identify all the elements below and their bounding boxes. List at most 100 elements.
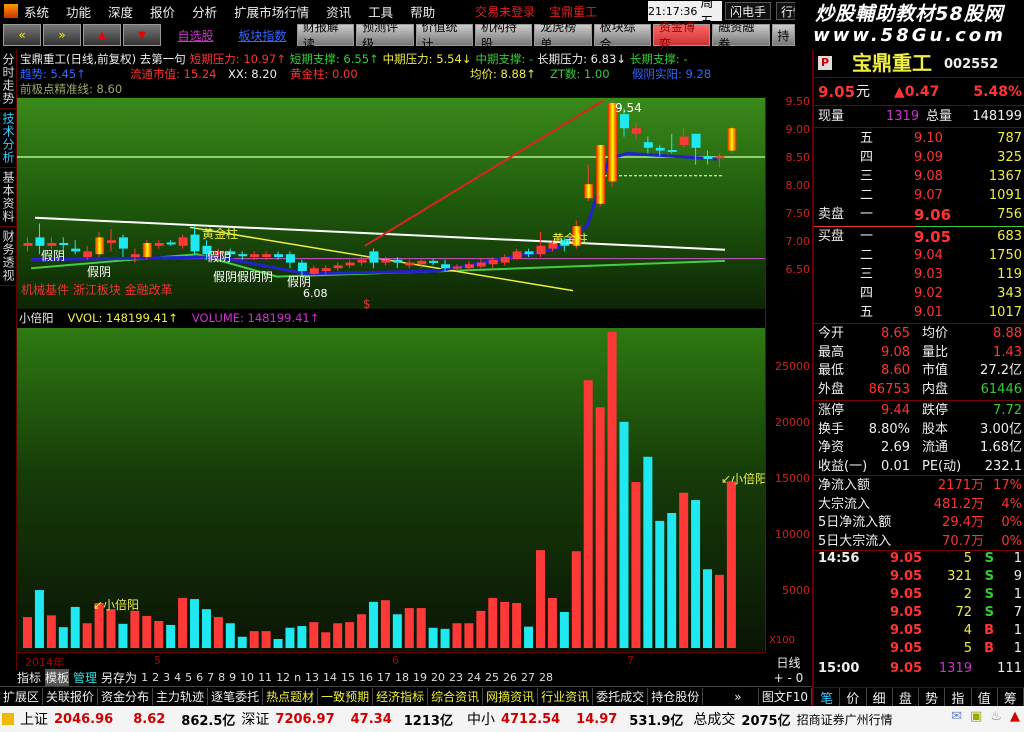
menu-depth[interactable]: 深度 xyxy=(108,2,133,21)
sz-label[interactable]: 深证 xyxy=(241,709,269,729)
ext-tab[interactable]: 综合资讯 xyxy=(428,688,484,705)
ext-tab[interactable]: 逐笔委托 xyxy=(208,688,264,705)
indicator-slot[interactable]: 16 xyxy=(359,671,373,684)
indicator-slot[interactable]: 4 xyxy=(174,671,181,684)
quote-tab[interactable]: 价 xyxy=(840,688,867,707)
ext-tab[interactable]: 资金分布 xyxy=(98,688,154,705)
indicator-slot[interactable]: 19 xyxy=(413,671,427,684)
financial-report-button[interactable]: 财报解读 xyxy=(296,20,355,51)
sector-index-link[interactable]: 板块指数 xyxy=(229,24,295,46)
tab-technical[interactable]: 技术分析 xyxy=(0,109,17,168)
sell-level: 二 xyxy=(860,188,874,203)
dragon-tiger-button[interactable]: 龙虎榜单 xyxy=(534,20,592,51)
indicator-slot[interactable]: 14 xyxy=(323,671,337,684)
indicator-slot[interactable]: 6 xyxy=(196,671,203,684)
zoom-controls[interactable]: + - 0 xyxy=(765,671,812,685)
quote-tab[interactable]: 势 xyxy=(919,688,946,707)
ext-tab[interactable]: 网摘资讯 xyxy=(483,688,539,705)
quote-tab[interactable]: 笔 xyxy=(814,688,841,707)
indicator-slot[interactable]: n xyxy=(294,671,301,684)
ext-tab[interactable]: 经济指标 xyxy=(373,688,429,705)
forecast-rating-button[interactable]: 预测评级 xyxy=(356,20,414,51)
ext-tab[interactable]: 主力轨迹 xyxy=(153,688,209,705)
indicator-slot[interactable]: 1 xyxy=(141,671,148,684)
trade-login-status[interactable]: 交易未登录 xyxy=(475,3,535,20)
menu-function[interactable]: 功能 xyxy=(66,2,91,21)
sh-label[interactable]: 上证 xyxy=(20,709,48,729)
ext-tab[interactable]: 关联报价 xyxy=(43,688,99,705)
ext-tab[interactable]: 一致预期 xyxy=(318,688,374,705)
menu-system[interactable]: 系统 xyxy=(24,2,49,21)
tab-manage[interactable]: 管理 xyxy=(73,669,97,686)
tab-indicator[interactable]: 指标 xyxy=(17,669,41,686)
ext-tab[interactable]: 行业资讯 xyxy=(538,688,594,705)
indicator-slot[interactable]: 24 xyxy=(467,671,481,684)
indicator-slot[interactable]: 13 xyxy=(305,671,319,684)
quote-tab[interactable]: 细 xyxy=(867,688,893,707)
quote-tab[interactable]: 盘 xyxy=(893,688,919,707)
indicator-slot[interactable]: 23 xyxy=(449,671,463,684)
capital-game-button[interactable]: 资金博弈 xyxy=(652,20,711,51)
sector-overview-button[interactable]: 板块综合 xyxy=(593,20,651,51)
indicator-slot[interactable]: 28 xyxy=(539,671,553,684)
menu-analysis[interactable]: 分析 xyxy=(192,2,217,21)
menu-ext-market[interactable]: 扩展市场行情 xyxy=(234,2,309,21)
indicator-slot[interactable]: 20 xyxy=(431,671,445,684)
tab-template[interactable]: 模板 xyxy=(45,668,70,686)
quote-tab[interactable]: 值 xyxy=(972,688,998,707)
quote-tab[interactable]: 指 xyxy=(945,688,972,707)
candlestick-chart[interactable]: 9.546.08$黄金柱黄金柱假阴假阴假阴假阴假阴阴 假阴机械基件 浙江板块 金融… xyxy=(17,97,765,309)
updown-icon[interactable]: ▲ xyxy=(1010,709,1020,724)
tick-side: S xyxy=(984,587,994,602)
forward-button[interactable]: » xyxy=(43,24,81,46)
institution-holding-button[interactable]: 机构持股 xyxy=(474,20,533,51)
more-tabs-button[interactable]: » xyxy=(731,690,744,704)
ext-tab[interactable]: 持仓股份 xyxy=(648,688,704,705)
quote-row: 三 9.08 1367 xyxy=(818,168,1022,186)
indicator-slot[interactable]: 7 xyxy=(207,671,214,684)
indicator-slot[interactable]: 25 xyxy=(485,671,499,684)
up-button[interactable]: ▲ xyxy=(83,24,121,46)
tab-intraday[interactable]: 分时走势 xyxy=(0,50,17,109)
holdings-button[interactable]: 持 xyxy=(771,24,796,46)
value-stats-button[interactable]: 价值统计 xyxy=(415,20,473,51)
indicator-slot[interactable]: 5 xyxy=(185,671,192,684)
signal-icon[interactable]: ♨ xyxy=(990,709,1002,724)
update-icon[interactable]: ▣ xyxy=(970,709,982,724)
tab-fundamentals[interactable]: 基本资料 xyxy=(0,168,17,227)
tab-financials[interactable]: 财务透视 xyxy=(0,227,17,286)
indicator-slot[interactable]: 9 xyxy=(229,671,236,684)
indicator-slot[interactable]: 15 xyxy=(341,671,355,684)
back-button[interactable]: « xyxy=(3,24,41,46)
period-label[interactable]: 日线 xyxy=(765,654,812,671)
buy-volume: 343 xyxy=(997,286,1022,301)
indicator-slot[interactable]: 26 xyxy=(503,671,517,684)
ext-tab[interactable]: 热点题材 xyxy=(263,688,319,705)
indicator-slot[interactable]: 18 xyxy=(395,671,409,684)
indicator-slot[interactable]: 12 xyxy=(276,671,290,684)
mail-icon[interactable]: ✉ xyxy=(951,709,962,724)
indicator-slot[interactable]: 10 xyxy=(240,671,254,684)
sell-level: 五 xyxy=(860,131,874,146)
quote-tab[interactable]: 筹 xyxy=(998,688,1024,707)
flow-amount: 70.7万 xyxy=(942,533,984,549)
f10-button[interactable]: 图文F10 xyxy=(757,688,812,705)
candle-body xyxy=(452,266,462,269)
tab-save-as[interactable]: 另存为 xyxy=(101,669,137,686)
margin-trading-button[interactable]: 融资融券 xyxy=(712,20,770,51)
watchlist-link[interactable]: 自选股 xyxy=(163,24,228,46)
down-button[interactable]: ▼ xyxy=(123,24,161,46)
ext-tab[interactable]: 扩展区 xyxy=(0,688,44,705)
indicator-slot[interactable]: 2 xyxy=(152,671,159,684)
indicator-slot[interactable]: 27 xyxy=(521,671,535,684)
stat-label: 收益(一) xyxy=(818,458,868,474)
menu-quote[interactable]: 报价 xyxy=(150,2,175,21)
ext-tab[interactable]: 委托成交 xyxy=(593,688,649,705)
indicator-slot[interactable]: 8 xyxy=(218,671,225,684)
indicator-slot[interactable]: 11 xyxy=(258,671,272,684)
volume-bar xyxy=(273,639,283,648)
zx-label[interactable]: 中小 xyxy=(467,709,495,729)
volume-chart[interactable]: ↙小倍阳 ↙小倍阳 xyxy=(17,328,765,652)
indicator-slot[interactable]: 17 xyxy=(377,671,391,684)
indicator-slot[interactable]: 3 xyxy=(163,671,170,684)
